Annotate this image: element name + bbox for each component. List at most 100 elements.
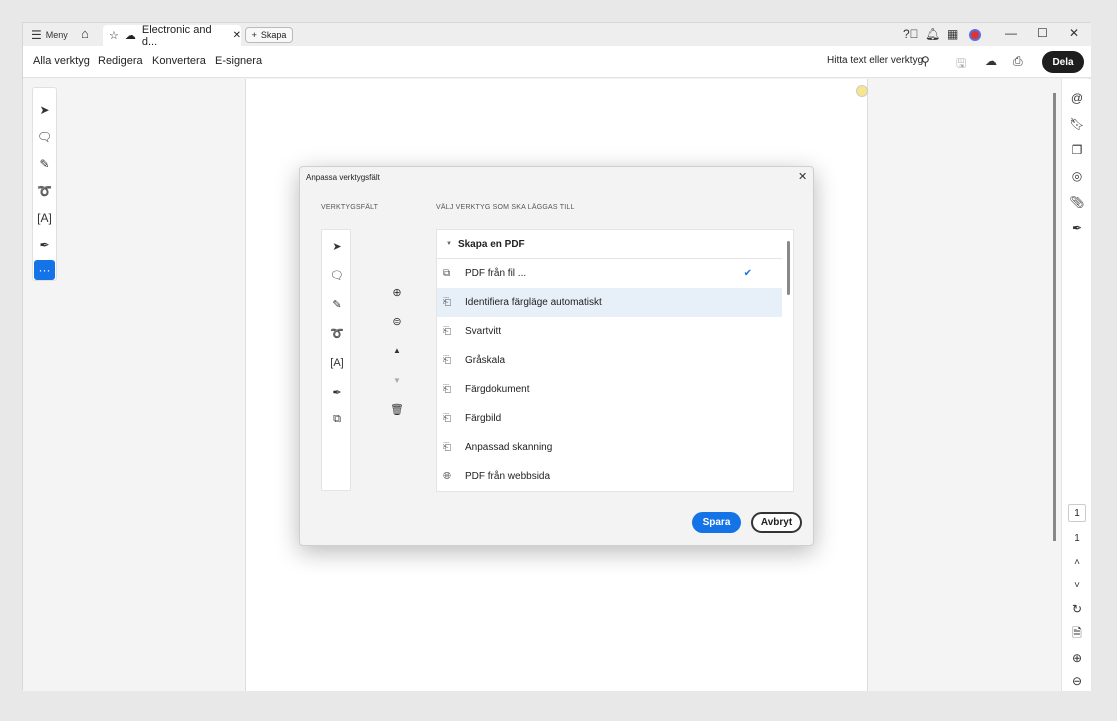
move-up-icon[interactable]: ▲: [388, 342, 406, 358]
cancel-button[interactable]: Avbryt: [751, 512, 802, 533]
add-divider-icon[interactable]: ⊜: [388, 313, 406, 329]
sign-icon[interactable]: ✒: [33, 235, 56, 255]
save-button[interactable]: Spara: [692, 512, 741, 533]
close-tab-icon[interactable]: ✕: [233, 30, 241, 41]
comment-icon[interactable]: 🗨︎: [33, 127, 56, 147]
toolbar-label: VERKTYGSFÄLT: [321, 204, 378, 211]
move-down-icon[interactable]: ▼: [388, 372, 406, 388]
highlight-pen-icon[interactable]: ✎: [322, 295, 352, 313]
list-item[interactable]: ⎗ Färgbild: [437, 404, 782, 433]
attachment-icon[interactable]: 📎︎: [1062, 193, 1092, 211]
lasso-icon[interactable]: ➰: [33, 181, 56, 201]
create-button[interactable]: + Skapa: [245, 27, 293, 43]
mention-icon[interactable]: @: [1062, 89, 1092, 107]
scan-icon: ⎗: [443, 355, 455, 366]
item-label: Svartvitt: [465, 326, 501, 337]
lasso-icon[interactable]: ➰: [322, 324, 352, 342]
list-item[interactable]: ⎗ Identifiera färgläge automatiskt: [437, 288, 782, 317]
menu-edit[interactable]: Redigera: [98, 55, 143, 67]
collapse-caret-icon: ▼: [446, 241, 452, 247]
select-arrow-icon[interactable]: ➤: [322, 237, 352, 255]
item-label: PDF från webbsida: [465, 471, 550, 482]
delete-icon[interactable]: 🗑︎: [388, 401, 406, 417]
star-icon[interactable]: ☆: [109, 29, 119, 42]
avatar[interactable]: [969, 29, 981, 41]
group-header[interactable]: ▼Skapa en PDF: [437, 230, 782, 259]
list-item[interactable]: ⎗Gråskala: [437, 346, 782, 375]
pages-icon[interactable]: ❐: [1062, 141, 1092, 159]
item-label: PDF från fil ...: [465, 268, 526, 279]
notification-bell-icon[interactable]: 🔔︎: [925, 27, 940, 41]
right-rail: @ 🔖︎ ❐ ◎ 📎︎ ✒ 1 1 ˄ ˅ ↻ 🗎 ⊕ ⊖: [1061, 79, 1091, 691]
document-background: [868, 79, 1061, 691]
minimize-icon[interactable]: —: [1005, 26, 1017, 40]
cloud-sync-icon[interactable]: ☁: [985, 54, 997, 68]
scan-icon: ⎗: [443, 413, 455, 424]
item-label: Färgbild: [465, 413, 501, 424]
save-icon[interactable]: 🖫: [956, 54, 966, 75]
sticky-note-icon[interactable]: [856, 85, 868, 97]
share-button[interactable]: Dela: [1042, 51, 1084, 73]
list-item[interactable]: ⎗Svartvitt: [437, 317, 782, 346]
hamburger-icon: ☰: [31, 28, 42, 42]
comment-icon[interactable]: 🗨︎: [322, 266, 352, 284]
scrollbar[interactable]: [1053, 93, 1056, 541]
menu-label: Meny: [46, 30, 68, 40]
list-item[interactable]: ⧉ PDF från fil ... ✔: [437, 259, 782, 288]
text-box-icon[interactable]: [A]: [33, 208, 56, 228]
close-dialog-icon[interactable]: ✕: [798, 170, 807, 183]
highlight-pen-icon[interactable]: ✎: [33, 154, 56, 174]
print-icon[interactable]: ⎙: [1013, 54, 1023, 69]
check-icon: ✔: [744, 268, 752, 279]
choose-tools-label: VÄLJ VERKTYG SOM SKA LÄGGAS TILL: [436, 204, 575, 211]
menu-all-tools[interactable]: Alla verktyg: [33, 55, 90, 67]
add-tool-icon[interactable]: ⊕: [388, 284, 406, 300]
maximize-icon[interactable]: ☐: [1037, 26, 1048, 40]
create-label: Skapa: [261, 30, 287, 40]
tab-bar: ☰Meny ⌂ ☆☁ Electronic and d... ✕ +Skapa …: [23, 23, 1091, 46]
page-up-icon[interactable]: ˄: [1062, 553, 1092, 571]
page-number-input[interactable]: 1: [1068, 504, 1086, 522]
more-tools-icon[interactable]: ···: [34, 260, 55, 280]
dialog-title: Anpassa verktygsfält: [306, 173, 380, 182]
item-label: Färgdokument: [465, 384, 529, 395]
search-icon[interactable]: ⚲: [921, 54, 930, 68]
list-item[interactable]: ⎗Färgdokument: [437, 375, 782, 404]
fit-page-icon[interactable]: 🗎: [1062, 625, 1092, 643]
pdf-from-file-icon[interactable]: ⧉: [322, 410, 352, 428]
item-label: Identifiera färgläge automatiskt: [465, 297, 602, 308]
select-arrow-icon[interactable]: ➤: [33, 100, 56, 120]
help-icon[interactable]: ?⃝: [903, 27, 919, 41]
home-icon[interactable]: ⌂: [81, 26, 89, 41]
menu-convert[interactable]: Konvertera: [152, 55, 206, 67]
sign-icon[interactable]: ✒: [322, 383, 352, 401]
search-tools[interactable]: Hitta text eller verktyg: [827, 55, 923, 66]
tool-icon: ⧉: [443, 268, 455, 279]
scan-icon: ⎗: [443, 297, 455, 308]
main-toolbar: Alla verktyg Redigera Konvertera E-signe…: [23, 46, 1091, 78]
web-page-icon: 🌐︎: [443, 471, 455, 482]
bookmark-icon[interactable]: 🔖︎: [1062, 115, 1092, 133]
zoom-in-icon[interactable]: ⊕: [1062, 649, 1092, 667]
quick-tools-strip: ➤ 🗨︎ ✎ ➰ [A] ✒ ···: [32, 87, 57, 281]
document-tab[interactable]: ☆☁ Electronic and d... ✕: [103, 25, 241, 46]
menu-button[interactable]: ☰ Meny: [31, 28, 68, 42]
tool-list: ▼Skapa en PDF ⧉ PDF från fil ... ✔ ⎗ Identi…: [436, 229, 794, 492]
page-down-icon[interactable]: ˅: [1062, 576, 1092, 594]
list-scrollbar[interactable]: [787, 241, 790, 295]
apps-grid-icon[interactable]: ▦: [947, 27, 958, 41]
text-box-icon[interactable]: [A]: [322, 354, 352, 372]
list-item[interactable]: ⎗Anpassad skanning: [437, 433, 782, 462]
fill-sign-icon[interactable]: ✒: [1062, 219, 1092, 237]
list-item[interactable]: 🌐︎ PDF från webbsida: [437, 462, 782, 491]
item-label: Anpassad skanning: [465, 442, 552, 453]
rotate-icon[interactable]: ↻: [1062, 600, 1092, 618]
left-panel: ➤ 🗨︎ ✎ ➰ [A] ✒ ···: [23, 79, 246, 691]
menu-esign[interactable]: E-signera: [215, 55, 262, 67]
close-window-icon[interactable]: ✕: [1069, 26, 1079, 40]
plus-icon: +: [252, 30, 257, 40]
zoom-out-icon[interactable]: ⊖: [1062, 672, 1092, 690]
layers-icon[interactable]: ◎: [1062, 167, 1092, 185]
tab-title: Electronic and d...: [142, 24, 221, 48]
page-total: 1: [1062, 529, 1092, 547]
